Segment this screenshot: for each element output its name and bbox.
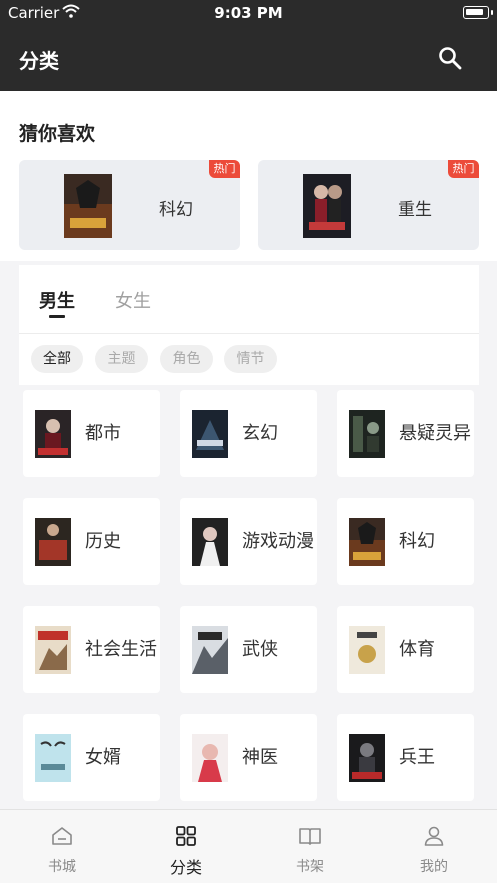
category-name: 兵王 <box>399 747 435 768</box>
book-icon <box>299 828 321 845</box>
category-name: 体育 <box>399 639 435 660</box>
category-card-doctor[interactable]: 神医 <box>180 714 317 801</box>
category-name: 历史 <box>85 531 121 552</box>
category-name: 武侠 <box>242 639 278 660</box>
category-name: 科幻 <box>399 531 435 552</box>
tabbar-item-category[interactable]: 分类 <box>124 810 248 883</box>
filter-chip-plot[interactable]: 情节 <box>224 345 277 373</box>
guess-section: 猜你喜欢 科幻 热门 重生 热门 <box>0 91 497 261</box>
clock: 9:03 PM <box>214 4 283 22</box>
bottom-tab-bar: 书城 分类 书架 我的 <box>0 809 497 883</box>
hot-badge: 热门 <box>209 160 240 178</box>
tabbar-label: 书架 <box>296 859 324 875</box>
status-bar: Carrier 9:03 PM <box>0 0 497 25</box>
tabbar-label: 我的 <box>420 859 448 875</box>
tab-indicator <box>49 315 65 318</box>
book-cover-image <box>349 518 385 566</box>
guess-title: 猜你喜欢 <box>19 123 96 145</box>
category-name: 社会生活 <box>85 639 157 660</box>
category-name: 悬疑灵异 <box>399 423 471 444</box>
category-name: 女婿 <box>85 747 121 768</box>
filter-chip-role[interactable]: 角色 <box>160 345 213 373</box>
book-cover-image <box>64 174 112 238</box>
category-card-game-anime[interactable]: 游戏动漫 <box>180 498 317 585</box>
book-cover-image <box>192 410 228 458</box>
book-cover-image <box>303 174 351 238</box>
guess-card-rebirth[interactable]: 重生 热门 <box>258 160 479 250</box>
category-card-fantasy[interactable]: 玄幻 <box>180 390 317 477</box>
filter-chip-all[interactable]: 全部 <box>31 345 83 373</box>
tabbar-item-bookshelf[interactable]: 书架 <box>248 810 372 883</box>
tabbar-item-bookstore[interactable]: 书城 <box>0 810 124 883</box>
divider <box>19 333 479 334</box>
book-cover-image <box>349 410 385 458</box>
guess-label: 重生 <box>398 200 432 220</box>
tab-male[interactable]: 男生 <box>39 287 75 313</box>
category-name: 神医 <box>242 747 278 768</box>
category-card-son-in-law[interactable]: 女婿 <box>23 714 160 801</box>
content-scroll[interactable]: 猜你喜欢 科幻 热门 重生 热门 男生 女生 全部 主题 角色 情节 都市 玄幻… <box>0 91 497 809</box>
category-card-sports[interactable]: 体育 <box>337 606 474 693</box>
grid-icon <box>176 826 196 846</box>
book-cover-image <box>192 518 228 566</box>
book-cover-image <box>349 626 385 674</box>
book-cover-image <box>192 734 228 782</box>
search-icon[interactable] <box>436 44 464 72</box>
guess-label: 科幻 <box>159 200 193 220</box>
tabbar-label: 分类 <box>169 858 202 877</box>
category-name: 玄幻 <box>242 423 278 444</box>
book-cover-image <box>192 626 228 674</box>
book-cover-image <box>35 410 71 458</box>
book-cover-image <box>349 734 385 782</box>
user-icon <box>424 826 444 846</box>
tabbar-label: 书城 <box>48 859 76 875</box>
filter-chip-theme[interactable]: 主题 <box>95 345 148 373</box>
category-card-history[interactable]: 历史 <box>23 498 160 585</box>
page-title: 分类 <box>19 49 59 73</box>
category-card-scifi[interactable]: 科幻 <box>337 498 474 585</box>
category-card-city[interactable]: 都市 <box>23 390 160 477</box>
category-name: 都市 <box>85 423 121 444</box>
hot-badge: 热门 <box>448 160 479 178</box>
nav-bar: 分类 <box>0 25 497 91</box>
category-card-mystery[interactable]: 悬疑灵异 <box>337 390 474 477</box>
tab-female[interactable]: 女生 <box>115 287 151 313</box>
category-card-society[interactable]: 社会生活 <box>23 606 160 693</box>
book-cover-image <box>35 518 71 566</box>
category-filter-panel: 男生 女生 全部 主题 角色 情节 <box>19 265 479 385</box>
book-cover-image <box>35 626 71 674</box>
tabbar-item-profile[interactable]: 我的 <box>372 810 496 883</box>
battery-icon <box>463 6 493 19</box>
category-card-soldier-king[interactable]: 兵王 <box>337 714 474 801</box>
book-cover-image <box>35 734 71 782</box>
category-name: 游戏动漫 <box>242 531 314 552</box>
guess-card-scifi[interactable]: 科幻 热门 <box>19 160 240 250</box>
home-icon <box>52 827 72 845</box>
category-card-martial-arts[interactable]: 武侠 <box>180 606 317 693</box>
